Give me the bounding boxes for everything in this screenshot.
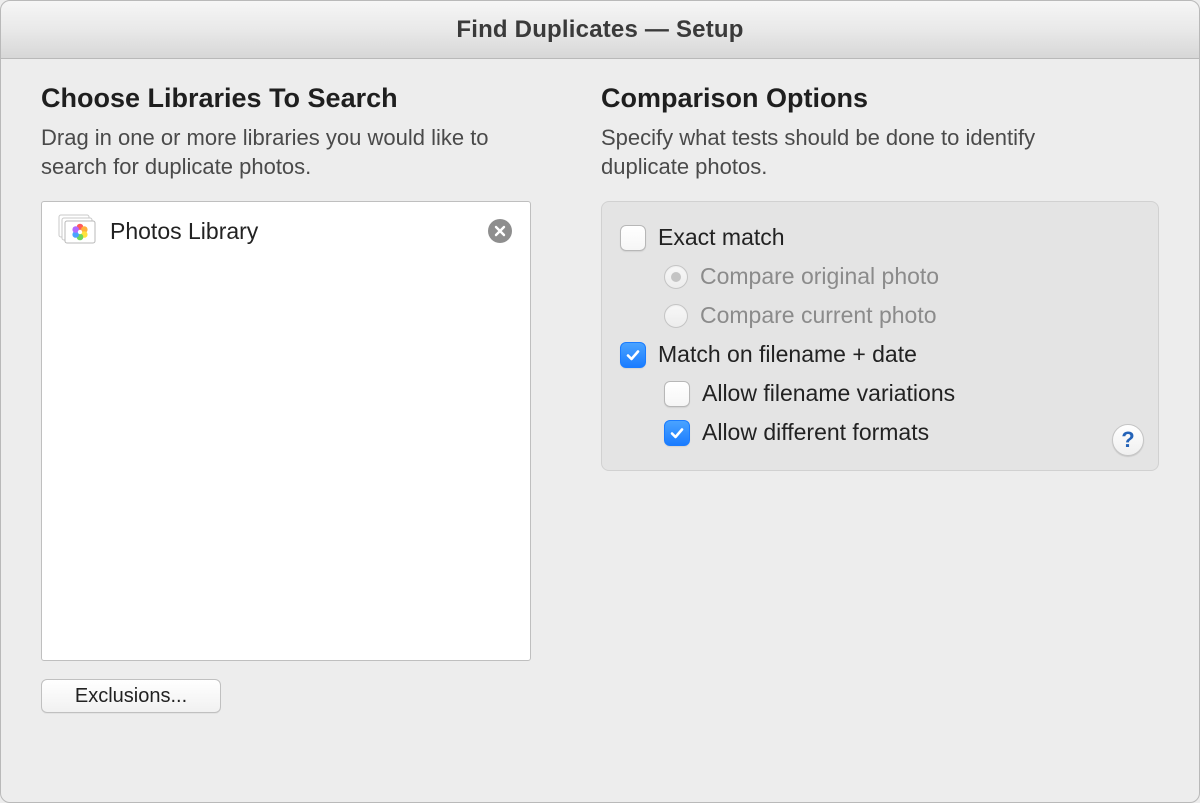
exclusions-button[interactable]: Exclusions... [41,679,221,713]
content: Choose Libraries To Search Drag in one o… [1,59,1199,802]
allow-filename-variations-label: Allow filename variations [702,380,955,407]
libraries-subtitle: Drag in one or more libraries you would … [41,124,501,181]
option-allow-different-formats[interactable]: Allow different formats [620,413,1140,452]
right-panel: Comparison Options Specify what tests sh… [601,83,1159,782]
match-filename-date-checkbox[interactable] [620,342,646,368]
compare-current-label: Compare current photo [700,302,937,329]
option-compare-current: Compare current photo [620,296,1140,335]
options-heading: Comparison Options [601,83,1159,114]
library-row[interactable]: Photos Library [42,202,530,260]
allow-different-formats-checkbox[interactable] [664,420,690,446]
option-allow-filename-variations[interactable]: Allow filename variations [620,374,1140,413]
library-list[interactable]: Photos Library [41,201,531,661]
exact-match-checkbox[interactable] [620,225,646,251]
compare-current-radio [664,304,688,328]
option-exact-match[interactable]: Exact match [620,218,1140,257]
library-name: Photos Library [110,218,474,245]
compare-original-label: Compare original photo [700,263,939,290]
close-icon [493,224,507,238]
libraries-heading: Choose Libraries To Search [41,83,531,114]
options-subtitle: Specify what tests should be done to ide… [601,124,1061,181]
match-filename-date-label: Match on filename + date [658,341,917,368]
help-button[interactable]: ? [1112,424,1144,456]
allow-different-formats-label: Allow different formats [702,419,929,446]
options-panel: Exact match Compare original photo Compa… [601,201,1159,471]
option-compare-original: Compare original photo [620,257,1140,296]
compare-original-radio [664,265,688,289]
exact-match-label: Exact match [658,224,785,251]
titlebar: Find Duplicates — Setup [1,1,1199,59]
option-match-filename-date[interactable]: Match on filename + date [620,335,1140,374]
photos-library-icon [56,214,96,248]
remove-library-button[interactable] [488,219,512,243]
left-panel: Choose Libraries To Search Drag in one o… [41,83,531,782]
window-title: Find Duplicates — Setup [456,16,743,44]
help-icon: ? [1121,427,1134,453]
allow-filename-variations-checkbox[interactable] [664,381,690,407]
